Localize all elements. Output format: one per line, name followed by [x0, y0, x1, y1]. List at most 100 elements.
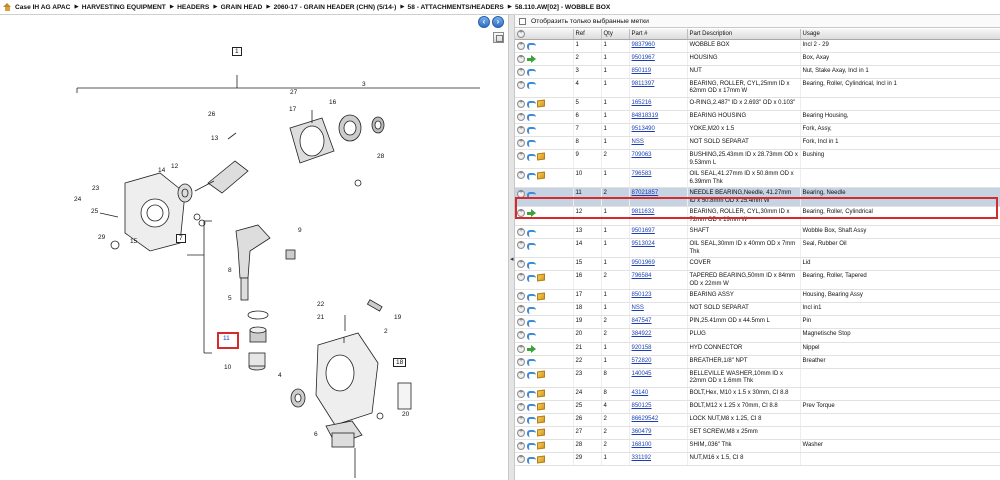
add-to-cart-icon[interactable]: [517, 272, 525, 282]
add-to-cart-icon[interactable]: [517, 112, 525, 121]
add-to-cart-icon[interactable]: [517, 330, 525, 340]
cube-icon[interactable]: [537, 99, 545, 108]
table-row[interactable]: 202384922 PLUGMagnetische Stop: [515, 328, 1000, 343]
table-row[interactable]: 254850125 BOLT,M12 x 1.25 x 70mm, CI 8.8P…: [515, 400, 1000, 414]
callout-20[interactable]: 20: [402, 411, 409, 418]
callout-24[interactable]: 24: [74, 196, 81, 203]
table-row[interactable]: 31850119 NUTNut, Stake Axay, Incl in 1: [515, 65, 1000, 79]
blue-arrow-icon[interactable]: [527, 139, 536, 148]
callout-9[interactable]: 9: [298, 227, 302, 234]
add-to-cart-icon[interactable]: [517, 54, 525, 63]
part-number-link[interactable]: 165216: [632, 100, 652, 106]
blue-arrow-icon[interactable]: [527, 293, 536, 301]
table-row[interactable]: 1319501697 SHAFTWobble Box, Shaft Assy: [515, 225, 1000, 240]
add-to-cart-icon[interactable]: [517, 125, 525, 134]
blue-arrow-icon[interactable]: [527, 68, 536, 77]
blue-arrow-icon[interactable]: [527, 261, 536, 269]
add-all-icon[interactable]: [517, 29, 525, 38]
blue-arrow-icon[interactable]: [527, 81, 536, 90]
callout-17[interactable]: 17: [289, 106, 296, 113]
panel-splitter[interactable]: ◂: [508, 15, 515, 480]
callout-26[interactable]: 26: [208, 111, 215, 118]
table-row[interactable]: 1419513024 OIL SEAL,30mm ID x 40mm OD x 7…: [515, 238, 1000, 259]
callout-14[interactable]: 14: [158, 167, 165, 174]
add-to-cart-icon[interactable]: [517, 227, 525, 237]
blue-arrow-icon[interactable]: [527, 172, 536, 180]
callout-2[interactable]: 2: [384, 328, 388, 335]
blue-arrow-icon[interactable]: [527, 416, 536, 425]
green-arrow-icon[interactable]: [527, 344, 536, 353]
table-row[interactable]: 282168100 SHIM,.036" ThkWasher: [515, 439, 1000, 454]
blue-arrow-icon[interactable]: [527, 153, 536, 161]
table-row[interactable]: 419811397 BEARING, ROLLER, CYL,25mm ID x …: [515, 78, 1000, 98]
add-to-cart-icon[interactable]: [517, 259, 525, 269]
callout-8[interactable]: 8: [228, 267, 232, 274]
part-number-link[interactable]: 87021857: [632, 190, 659, 196]
blue-arrow-icon[interactable]: [527, 403, 536, 412]
breadcrumb-item[interactable]: HARVESTING EQUIPMENT: [82, 4, 166, 11]
add-to-cart-icon[interactable]: [517, 357, 525, 366]
back-arrow-icon[interactable]: ‹: [478, 16, 490, 28]
part-number-link[interactable]: NSS: [632, 139, 644, 145]
table-row[interactable]: 272360479 SET SCREW,M8 x 25mm: [515, 426, 1000, 440]
add-to-cart-icon[interactable]: [517, 291, 525, 301]
callout-21[interactable]: 21: [317, 314, 324, 321]
part-number-link[interactable]: 43140: [632, 390, 649, 396]
callout-15[interactable]: 15: [130, 238, 137, 245]
header-ref[interactable]: Ref: [573, 29, 602, 40]
callout-18[interactable]: 18: [393, 358, 407, 367]
blue-arrow-icon[interactable]: [527, 442, 536, 451]
blue-arrow-icon[interactable]: [527, 113, 536, 122]
table-row[interactable]: 211920158 HYD CONNECTORNippel: [515, 342, 1000, 356]
table-row[interactable]: 1219811632 BEARING, ROLLER, CYL,30mm ID x…: [515, 206, 1000, 227]
add-to-cart-icon[interactable]: [517, 428, 525, 437]
add-to-cart-icon[interactable]: [517, 170, 525, 180]
cube-icon[interactable]: [537, 370, 545, 379]
table-row[interactable]: 11287021857 NEEDLE BEARING,Needle, 41.27m…: [515, 187, 1000, 208]
add-to-cart-icon[interactable]: [517, 317, 525, 327]
breadcrumb-item[interactable]: Case IH AG APAC: [15, 4, 70, 11]
table-row[interactable]: 24843140 BOLT,Hex, M10 x 1.5 x 30mm, CI 8…: [515, 387, 1000, 401]
add-to-cart-icon[interactable]: [517, 415, 525, 424]
callout-5[interactable]: 5: [228, 295, 232, 302]
table-row[interactable]: 162796584 TAPERED BEARING,50mm ID x 84mm …: [515, 270, 1000, 291]
breadcrumb-item[interactable]: HEADERS: [177, 4, 209, 11]
blue-arrow-icon[interactable]: [527, 456, 536, 464]
table-row[interactable]: 238140045 BELLEVILLE WASHER,10mm ID x 22m…: [515, 368, 1000, 388]
callout-28[interactable]: 28: [377, 153, 384, 160]
add-to-cart-icon[interactable]: [517, 151, 525, 161]
header-description[interactable]: Part Description: [687, 29, 801, 40]
cube-icon[interactable]: [537, 389, 545, 398]
part-number-link[interactable]: 140045: [632, 371, 652, 377]
blue-arrow-icon[interactable]: [527, 429, 536, 438]
cube-icon[interactable]: [537, 170, 545, 180]
blue-arrow-icon[interactable]: [527, 229, 536, 237]
part-number-link[interactable]: 850119: [632, 68, 652, 74]
add-to-cart-icon[interactable]: [517, 240, 525, 250]
part-number-link[interactable]: 850125: [632, 403, 652, 409]
cube-icon[interactable]: [537, 441, 545, 451]
part-number-link[interactable]: 572820: [632, 358, 652, 364]
callout-23[interactable]: 23: [92, 185, 99, 192]
callout-3[interactable]: 3: [362, 81, 366, 88]
add-to-cart-icon[interactable]: [517, 389, 525, 398]
add-to-cart-icon[interactable]: [517, 208, 525, 218]
add-to-cart-icon[interactable]: [517, 138, 525, 147]
table-row[interactable]: 26286629542 LOCK NUT,M8 x 1.25, CI 8: [515, 413, 1000, 427]
table-row[interactable]: 92709063 BUSHING,25.43mm ID x 28.73mm OD …: [515, 149, 1000, 170]
callout-19[interactable]: 19: [394, 314, 401, 321]
collapse-arrow-icon[interactable]: ◂: [510, 255, 514, 263]
breadcrumb-item[interactable]: 2060-17 - GRAIN HEADER (CHN) (5/14-): [274, 4, 397, 11]
callout-10[interactable]: 10: [224, 364, 231, 371]
add-to-cart-icon[interactable]: [517, 41, 525, 50]
add-to-cart-icon[interactable]: [517, 99, 525, 108]
cube-icon[interactable]: [537, 402, 545, 411]
part-number-link[interactable]: 9513024: [632, 241, 655, 247]
part-number-link[interactable]: 9501967: [632, 55, 655, 61]
part-number-link[interactable]: 168100: [632, 442, 652, 448]
part-number-link[interactable]: 384922: [632, 331, 652, 337]
part-number-link[interactable]: 920158: [632, 345, 652, 351]
table-row[interactable]: 719513490 YOKE,M20 x 1.5Fork, Assy,: [515, 123, 1000, 137]
add-to-cart-icon[interactable]: [517, 67, 525, 76]
show-selected-checkbox[interactable]: [519, 17, 526, 25]
